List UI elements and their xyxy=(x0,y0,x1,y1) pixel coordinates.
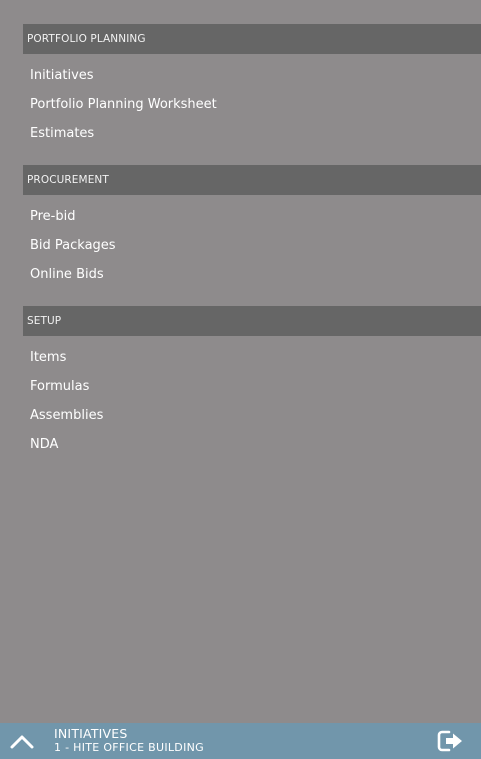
current-project-name: 1 - HITE OFFICE BUILDING xyxy=(54,741,204,754)
collapse-menu-button[interactable] xyxy=(8,728,36,754)
section-header-setup: SETUP xyxy=(23,306,481,336)
menu-item-bid-packages[interactable]: Bid Packages xyxy=(23,231,481,260)
section-items-procurement: Pre-bid Bid Packages Online Bids xyxy=(23,195,481,298)
section-setup: SETUP Items Formulas Assemblies NDA xyxy=(23,306,481,468)
section-items-setup: Items Formulas Assemblies NDA xyxy=(23,336,481,468)
section-portfolio-planning: PORTFOLIO PLANNING Initiatives Portfolio… xyxy=(23,24,481,157)
menu-item-pre-bid[interactable]: Pre-bid xyxy=(23,202,481,231)
current-context: INITIATIVES 1 - HITE OFFICE BUILDING xyxy=(54,726,204,755)
chevron-up-icon xyxy=(10,735,34,749)
context-footer-bar: INITIATIVES 1 - HITE OFFICE BUILDING xyxy=(0,723,481,759)
menu-item-initiatives[interactable]: Initiatives xyxy=(23,61,481,90)
navigation-menu-panel: PORTFOLIO PLANNING Initiatives Portfolio… xyxy=(0,0,481,723)
menu-item-portfolio-planning-worksheet[interactable]: Portfolio Planning Worksheet xyxy=(23,90,481,119)
section-procurement: PROCUREMENT Pre-bid Bid Packages Online … xyxy=(23,165,481,298)
section-header-procurement: PROCUREMENT xyxy=(23,165,481,195)
menu-item-online-bids[interactable]: Online Bids xyxy=(23,260,481,289)
sign-out-button[interactable] xyxy=(437,730,465,752)
sign-out-icon xyxy=(437,730,462,752)
menu-item-items[interactable]: Items xyxy=(23,343,481,372)
menu-item-assemblies[interactable]: Assemblies xyxy=(23,401,481,430)
menu-item-estimates[interactable]: Estimates xyxy=(23,119,481,148)
section-items-portfolio-planning: Initiatives Portfolio Planning Worksheet… xyxy=(23,54,481,157)
menu-item-formulas[interactable]: Formulas xyxy=(23,372,481,401)
current-module-title: INITIATIVES xyxy=(54,726,128,741)
menu-item-nda[interactable]: NDA xyxy=(23,430,481,459)
section-header-portfolio-planning: PORTFOLIO PLANNING xyxy=(23,24,481,54)
